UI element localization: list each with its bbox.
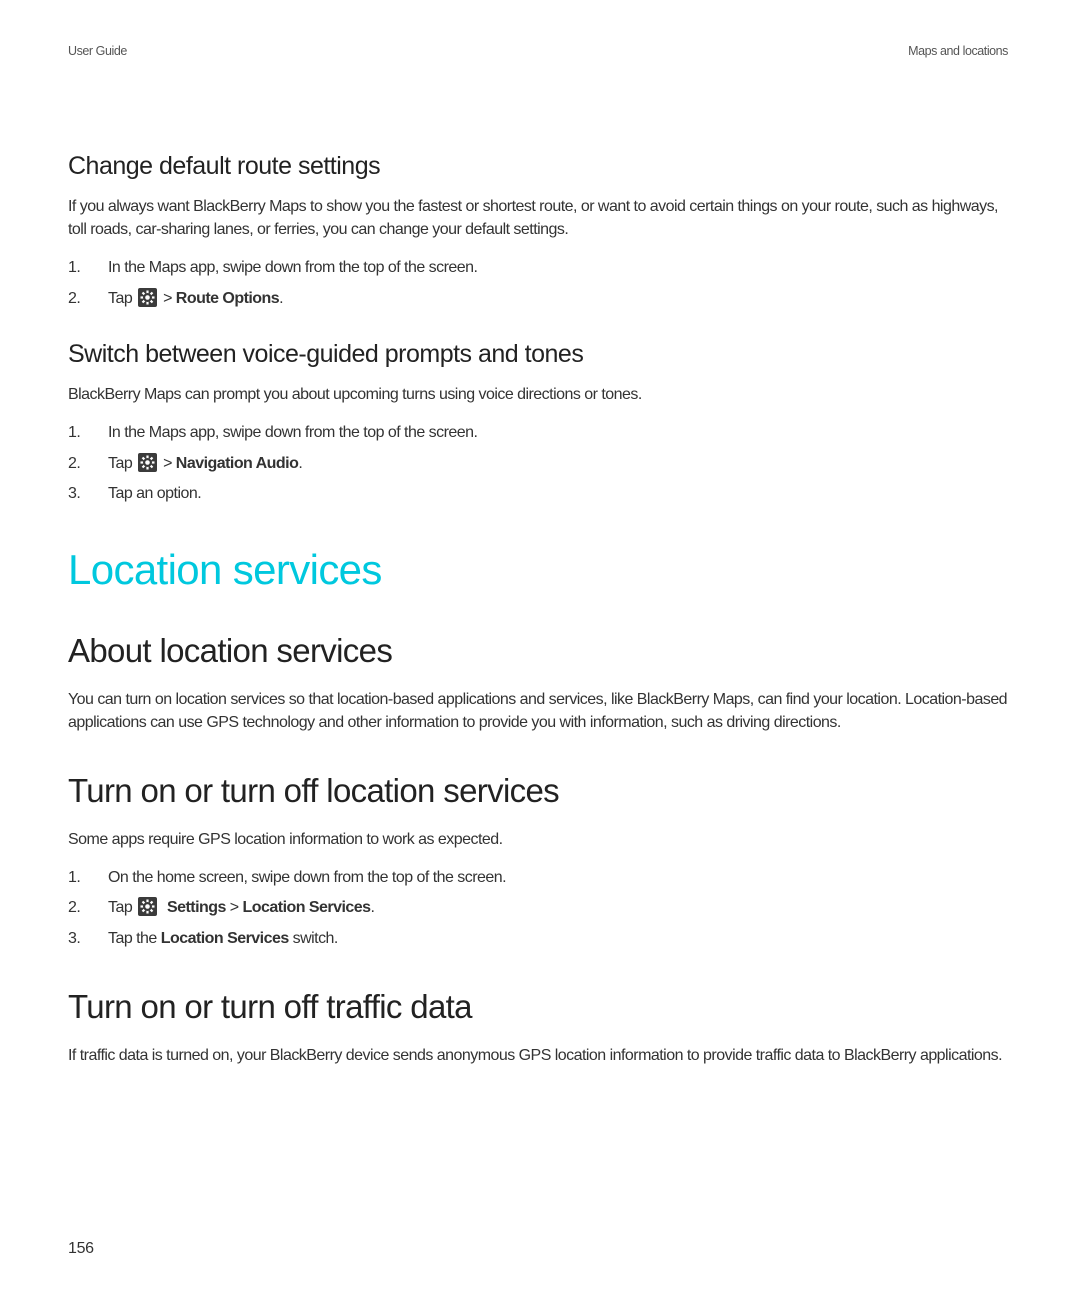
header-left: User Guide bbox=[68, 44, 127, 58]
step-item: 3. Tap the Location Services switch. bbox=[108, 928, 1008, 950]
text-fragment: Tap the bbox=[108, 930, 161, 947]
text-fragment: Tap bbox=[108, 899, 136, 916]
step-number: 2. bbox=[68, 897, 94, 919]
step-number: 2. bbox=[68, 288, 94, 310]
text-fragment: > bbox=[163, 290, 176, 307]
text-fragment: > bbox=[226, 899, 243, 916]
text-fragment: . bbox=[371, 899, 375, 916]
step-item: 1. In the Maps app, swipe down from the … bbox=[108, 422, 1008, 444]
header-right: Maps and locations bbox=[908, 44, 1008, 58]
gear-icon bbox=[138, 897, 157, 916]
section-intro-voice-prompts: BlackBerry Maps can prompt you about upc… bbox=[68, 383, 1008, 406]
step-text: On the home screen, swipe down from the … bbox=[108, 869, 506, 886]
section-intro-route-settings: If you always want BlackBerry Maps to sh… bbox=[68, 195, 1008, 241]
step-number: 1. bbox=[68, 867, 94, 889]
document-page: User Guide Maps and locations Change def… bbox=[0, 0, 1080, 1296]
steps-route-settings: 1. In the Maps app, swipe down from the … bbox=[68, 257, 1008, 310]
step-item: 3. Tap an option. bbox=[108, 483, 1008, 505]
steps-voice-prompts: 1. In the Maps app, swipe down from the … bbox=[68, 422, 1008, 505]
section-title-toggle-location: Turn on or turn off location services bbox=[68, 772, 1008, 810]
step-text: In the Maps app, swipe down from the top… bbox=[108, 259, 477, 276]
step-text: Tap > Navigation Audio. bbox=[108, 455, 302, 472]
section-title-voice-prompts: Switch between voice-guided prompts and … bbox=[68, 340, 1008, 369]
step-text: Tap the Location Services switch. bbox=[108, 930, 338, 947]
step-item: 1. On the home screen, swipe down from t… bbox=[108, 867, 1008, 889]
step-number: 1. bbox=[68, 422, 94, 444]
section-intro-about-location: You can turn on location services so tha… bbox=[68, 688, 1008, 734]
text-fragment: switch. bbox=[289, 930, 338, 947]
gear-icon bbox=[138, 288, 157, 307]
page-header: User Guide Maps and locations bbox=[68, 44, 1008, 58]
steps-toggle-location: 1. On the home screen, swipe down from t… bbox=[68, 867, 1008, 950]
section-intro-toggle-location: Some apps require GPS location informati… bbox=[68, 828, 1008, 851]
step-item: 2. Tap Settings > Location Services. bbox=[108, 897, 1008, 919]
step-text: Tap an option. bbox=[108, 485, 201, 502]
step-number: 1. bbox=[68, 257, 94, 279]
step-item: 1. In the Maps app, swipe down from the … bbox=[108, 257, 1008, 279]
step-text: In the Maps app, swipe down from the top… bbox=[108, 424, 477, 441]
section-title-route-settings: Change default route settings bbox=[68, 152, 1008, 181]
text-bold: Location Services bbox=[243, 899, 371, 916]
step-number: 2. bbox=[68, 453, 94, 475]
text-fragment: Tap bbox=[108, 455, 136, 472]
section-title-about-location: About location services bbox=[68, 632, 1008, 670]
step-item: 2. Tap > Navigation Audio. bbox=[108, 453, 1008, 475]
step-text: Tap Settings > Location Services. bbox=[108, 899, 374, 916]
text-bold: Location Services bbox=[161, 930, 289, 947]
step-number: 3. bbox=[68, 483, 94, 505]
text-fragment: . bbox=[279, 290, 283, 307]
step-text: Tap > Route Options. bbox=[108, 290, 283, 307]
section-heading-location-services: Location services bbox=[68, 546, 1008, 594]
page-number: 156 bbox=[68, 1240, 94, 1258]
text-fragment: . bbox=[298, 455, 302, 472]
step-item: 2. Tap > Route Options. bbox=[108, 288, 1008, 310]
text-bold: Navigation Audio bbox=[176, 455, 299, 472]
text-fragment: Tap bbox=[108, 290, 136, 307]
step-number: 3. bbox=[68, 928, 94, 950]
section-title-traffic: Turn on or turn off traffic data bbox=[68, 988, 1008, 1026]
text-bold: Settings bbox=[167, 899, 226, 916]
text-fragment: > bbox=[163, 455, 176, 472]
text-bold: Route Options bbox=[176, 290, 279, 307]
gear-icon bbox=[138, 453, 157, 472]
section-intro-traffic: If traffic data is turned on, your Black… bbox=[68, 1044, 1008, 1067]
